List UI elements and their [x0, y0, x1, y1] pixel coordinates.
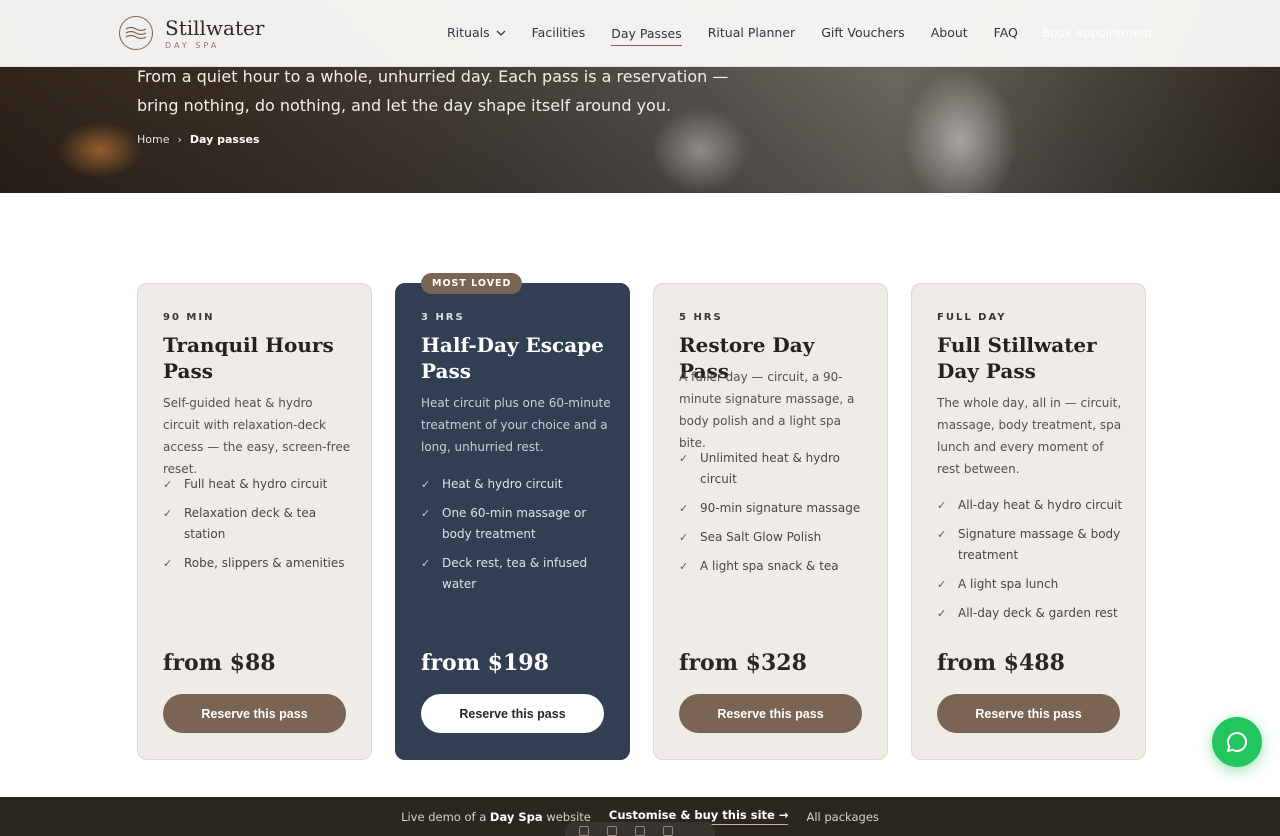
toolbar-icon[interactable] [635, 826, 645, 836]
logo[interactable]: Stillwater DAY SPA [119, 16, 264, 50]
pass-description: A fuller day — circuit, a 90-minute sign… [679, 370, 855, 450]
brand-name: Stillwater [165, 15, 265, 40]
nav-gift-vouchers[interactable]: Gift Vouchers [821, 25, 905, 40]
pass-card-tranquil: 90 MIN Tranquil Hours Pass Self-guided h… [137, 283, 372, 760]
feature-item: ✓ 90-min signature massage [679, 498, 869, 519]
pass-card-restore: 5 HRS Restore Day Pass A fuller day — ci… [653, 283, 888, 760]
pass-description: Self-guided heat & hydro circuit with re… [163, 396, 351, 476]
nav-ritual-planner[interactable]: Ritual Planner [708, 25, 795, 40]
check-icon: ✓ [421, 478, 431, 491]
book-appointment-button[interactable]: Book appointment [1042, 26, 1153, 40]
feature-item: ✓ Deck rest, tea & infused water [421, 553, 611, 595]
demo-toolbar [565, 822, 715, 836]
pass-duration: FULL DAY [937, 312, 1007, 323]
pass-title: Tranquil Hours Pass [163, 333, 334, 383]
check-icon: ✓ [679, 560, 689, 573]
chat-bubble-icon [1226, 731, 1247, 752]
toolbar-icon[interactable] [663, 826, 673, 836]
pass-duration: 3 HRS [421, 312, 465, 323]
feature-item: ✓ A light spa lunch [937, 574, 1127, 595]
feature-item: ✓ All-day heat & hydro circuit [937, 495, 1127, 516]
all-packages-link[interactable]: All packages [806, 810, 878, 824]
pass-price: from $488 [937, 650, 1065, 676]
check-icon: ✓ [163, 507, 173, 520]
breadcrumb-home[interactable]: Home [137, 133, 169, 146]
reserve-button[interactable]: Reserve this pass [937, 694, 1120, 733]
pass-description: Heat circuit plus one 60-minute treatmen… [421, 396, 611, 454]
feature-list: ✓ Heat & hydro circuit ✓ One 60-min massag… [421, 474, 611, 603]
hero-subtitle: From a quiet hour to a whole, unhurried … [137, 67, 729, 115]
check-icon: ✓ [163, 478, 173, 491]
waves-icon [119, 16, 153, 50]
reserve-button[interactable]: Reserve this pass [679, 694, 862, 733]
pass-price: from $198 [421, 650, 549, 676]
chevron-down-icon [496, 30, 506, 36]
check-icon: ✓ [163, 557, 173, 570]
feature-item: ✓ Full heat & hydro circuit [163, 474, 353, 495]
pass-card-full-day: FULL DAY Full Stillwater Day Pass The wh… [911, 283, 1146, 760]
pass-title: Full Stillwater Day Pass [937, 333, 1097, 383]
breadcrumb-separator: › [177, 133, 182, 146]
feature-list: ✓ Full heat & hydro circuit ✓ Relaxation d… [163, 474, 353, 582]
nav-about[interactable]: About [931, 25, 968, 40]
nav-facilities[interactable]: Facilities [532, 25, 586, 40]
pass-duration: 5 HRS [679, 312, 723, 323]
feature-item: ✓ All-day deck & garden rest [937, 603, 1127, 624]
feature-item: ✓ Relaxation deck & tea station [163, 503, 353, 545]
demo-text: Live demo of a Day Spa website [401, 809, 591, 824]
nav-rituals[interactable]: Rituals [447, 25, 506, 40]
breadcrumb-current: Day passes [189, 133, 260, 146]
pass-price: from $88 [163, 650, 276, 676]
feature-item: ✓ Robe, slippers & amenities [163, 553, 353, 574]
check-icon: ✓ [937, 528, 947, 541]
check-icon: ✓ [937, 578, 947, 591]
chat-button[interactable] [1212, 717, 1262, 767]
reserve-button[interactable]: Reserve this pass [421, 694, 604, 733]
feature-item: ✓ Heat & hydro circuit [421, 474, 611, 495]
nav-day-passes[interactable]: Day Passes [611, 25, 682, 46]
pass-duration: 90 MIN [163, 312, 215, 323]
feature-item: ✓ Sea Salt Glow Polish [679, 527, 869, 548]
most-loved-badge: MOST LOVED [421, 273, 523, 294]
check-icon: ✓ [937, 499, 947, 512]
breadcrumb: Home › Day passes [137, 133, 260, 146]
reserve-button[interactable]: Reserve this pass [163, 694, 346, 733]
feature-item: ✓ Signature massage & body treatment [937, 524, 1127, 566]
check-icon: ✓ [937, 607, 947, 620]
feature-list: ✓ Unlimited heat & hydro circuit ✓ 90-min … [679, 448, 869, 585]
pass-price: from $328 [679, 650, 807, 676]
check-icon: ✓ [679, 452, 689, 465]
pass-title: Half-Day Escape Pass [421, 333, 604, 383]
feature-item: ✓ Unlimited heat & hydro circuit [679, 448, 869, 490]
toolbar-icon[interactable] [579, 826, 589, 836]
nav-rituals-label: Rituals [447, 25, 490, 40]
main-nav: Rituals Facilities Day Passes Ritual Pla… [447, 25, 1044, 46]
check-icon: ✓ [679, 502, 689, 515]
pass-description: The whole day, all in — circuit, massage… [937, 396, 1122, 476]
check-icon: ✓ [679, 531, 689, 544]
check-icon: ✓ [421, 507, 431, 520]
pass-card-half-day: MOST LOVED 3 HRS Half-Day Escape Pass He… [395, 273, 630, 760]
feature-list: ✓ All-day heat & hydro circuit ✓ Signature… [937, 495, 1127, 632]
nav-faq[interactable]: FAQ [994, 25, 1018, 40]
toolbar-icon[interactable] [607, 826, 617, 836]
pass-cards: 90 MIN Tranquil Hours Pass Self-guided h… [137, 273, 1146, 760]
check-icon: ✓ [421, 557, 431, 570]
feature-item: ✓ One 60-min massage or body treatment [421, 503, 611, 545]
brand-tag: DAY SPA [165, 40, 220, 50]
feature-item: ✓ A light spa snack & tea [679, 556, 869, 577]
site-header: Stillwater DAY SPA Rituals Facilities Da… [0, 0, 1280, 67]
